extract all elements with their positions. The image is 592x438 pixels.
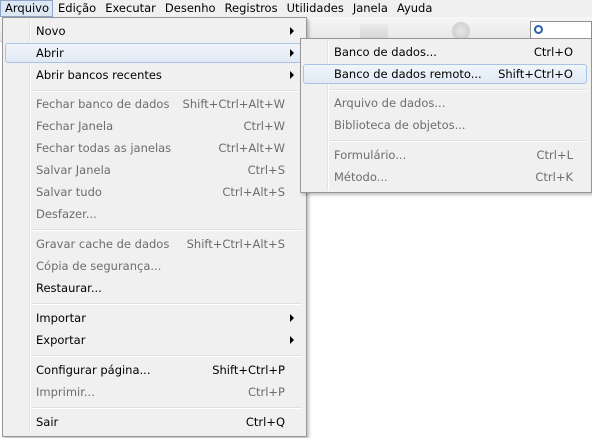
menu-item-gravar-cache[interactable]: Gravar cache de dados Shift+Ctrl+Alt+S <box>5 234 302 254</box>
menu-item-banco-dados-remoto[interactable]: Banco de dados remoto... Shift+Ctrl+O <box>303 64 587 84</box>
menu-item-biblioteca-objetos[interactable]: Biblioteca de objetos... <box>303 115 587 135</box>
menu-item-salvar-tudo[interactable]: Salvar tudo Ctrl+Alt+S <box>5 182 302 202</box>
menu-item-label: Exportar <box>36 333 86 347</box>
menu-desenho[interactable]: Desenho <box>160 0 220 17</box>
menu-item-label: Biblioteca de objetos... <box>334 118 466 132</box>
menu-separator <box>32 303 302 305</box>
menu-item-restaurar[interactable]: Restaurar... <box>5 278 302 298</box>
menu-item-label: Sair <box>36 415 59 429</box>
menu-item-label: Banco de dados remoto... <box>334 67 482 81</box>
menu-arquivo[interactable]: Arquivo <box>0 0 54 17</box>
menu-ayuda[interactable]: Ayuda <box>392 0 437 17</box>
menu-item-abrir-recentes[interactable]: Abrir bancos recentes <box>5 65 302 85</box>
menu-item-banco-dados[interactable]: Banco de dados... Ctrl+O <box>303 42 587 62</box>
menu-item-shortcut: Ctrl+L <box>536 148 573 162</box>
menu-item-arquivo-dados[interactable]: Arquivo de dados... <box>303 93 587 113</box>
file-menu: Novo Abrir Abrir bancos recentes Fechar … <box>2 17 307 437</box>
menu-item-label: Importar <box>36 311 86 325</box>
menu-item-configurar-pagina[interactable]: Configurar página... Shift+Ctrl+P <box>5 360 302 380</box>
menu-item-shortcut: Ctrl+P <box>247 385 285 399</box>
menu-item-label: Novo <box>36 24 66 38</box>
menu-item-label: Abrir bancos recentes <box>36 68 162 82</box>
menu-item-label: Método... <box>334 170 388 184</box>
open-submenu: Banco de dados... Ctrl+O Banco de dados … <box>300 38 592 193</box>
menu-item-shortcut: Ctrl+Alt+W <box>218 141 285 155</box>
menu-item-fechar-janela[interactable]: Fechar Janela Ctrl+W <box>5 116 302 136</box>
menu-separator <box>32 90 302 92</box>
menu-item-fechar-todas[interactable]: Fechar todas as janelas Ctrl+Alt+W <box>5 138 302 158</box>
chevron-right-icon <box>290 336 294 344</box>
menu-item-sair[interactable]: Sair Ctrl+Q <box>5 412 302 432</box>
menu-item-shortcut: Shift+Ctrl+O <box>498 67 573 81</box>
menu-item-copia-seguranca[interactable]: Cópia de segurança... <box>5 256 302 276</box>
chevron-right-icon <box>290 27 294 35</box>
menu-utilidades[interactable]: Utilidades <box>282 0 348 17</box>
menu-item-label: Arquivo de dados... <box>334 96 446 110</box>
chevron-right-icon <box>290 49 294 57</box>
menu-item-label: Configurar página... <box>36 363 151 377</box>
menu-item-fechar-banco[interactable]: Fechar banco de dados Shift+Ctrl+Alt+W <box>5 94 302 114</box>
search-icon <box>534 25 543 34</box>
toolbar-icon[interactable] <box>360 24 388 38</box>
menu-item-label: Restaurar... <box>36 281 102 295</box>
menu-separator <box>32 407 302 409</box>
menu-item-shortcut: Ctrl+W <box>243 119 285 133</box>
menu-item-shortcut: Shift+Ctrl+P <box>212 363 285 377</box>
menu-item-abrir[interactable]: Abrir <box>5 43 302 63</box>
menu-item-label: Cópia de segurança... <box>36 259 162 273</box>
menu-item-label: Gravar cache de dados <box>36 237 170 251</box>
menu-item-label: Fechar Janela <box>36 119 114 133</box>
menu-separator <box>32 355 302 357</box>
menu-item-shortcut: Shift+Ctrl+Alt+S <box>186 237 285 251</box>
menu-item-formulario[interactable]: Formulário... Ctrl+L <box>303 145 587 165</box>
chevron-right-icon <box>290 314 294 322</box>
menu-item-shortcut: Ctrl+Q <box>245 415 285 429</box>
menu-item-label: Formulário... <box>334 148 407 162</box>
menu-bar: Arquivo Edição Executar Desenho Registro… <box>0 0 592 17</box>
chevron-right-icon <box>290 71 294 79</box>
menu-item-imprimir[interactable]: Imprimir... Ctrl+P <box>5 382 302 402</box>
menu-item-metodo[interactable]: Método... Ctrl+K <box>303 167 587 187</box>
menu-separator <box>32 229 302 231</box>
menu-item-label: Fechar todas as janelas <box>36 141 172 155</box>
menu-item-label: Salvar tudo <box>36 185 102 199</box>
menu-executar[interactable]: Executar <box>100 0 160 17</box>
menu-item-shortcut: Ctrl+K <box>535 170 573 184</box>
menu-item-label: Desfazer... <box>36 207 97 221</box>
menu-item-label: Banco de dados... <box>334 45 437 59</box>
menu-item-shortcut: Ctrl+Alt+S <box>222 185 285 199</box>
menu-item-exportar[interactable]: Exportar <box>5 330 302 350</box>
menu-item-desfazer[interactable]: Desfazer... <box>5 204 302 224</box>
menu-edicao[interactable]: Edição <box>53 0 100 17</box>
menu-separator <box>330 89 587 91</box>
menu-item-shortcut: Ctrl+O <box>533 45 573 59</box>
menu-item-label: Imprimir... <box>36 385 95 399</box>
menu-item-label: Salvar Janela <box>36 163 111 177</box>
menu-separator <box>330 140 587 142</box>
menu-registros[interactable]: Registros <box>220 0 282 17</box>
menu-item-label: Fechar banco de dados <box>36 97 170 111</box>
menu-item-importar[interactable]: Importar <box>5 308 302 328</box>
menu-item-salvar-janela[interactable]: Salvar Janela Ctrl+S <box>5 160 302 180</box>
menu-janela[interactable]: Janela <box>348 0 392 17</box>
menu-item-shortcut: Ctrl+S <box>247 163 285 177</box>
menu-item-label: Abrir <box>36 46 64 60</box>
menu-item-novo[interactable]: Novo <box>5 21 302 41</box>
menu-item-shortcut: Shift+Ctrl+Alt+W <box>182 97 285 111</box>
